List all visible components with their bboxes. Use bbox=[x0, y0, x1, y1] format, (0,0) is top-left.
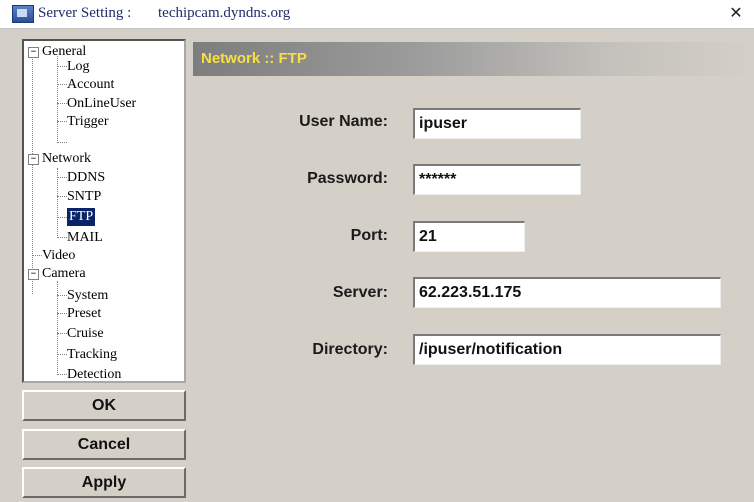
cancel-button[interactable]: Cancel bbox=[22, 429, 186, 460]
tree-connector bbox=[57, 177, 67, 178]
tree-connector bbox=[57, 313, 67, 314]
username-input[interactable] bbox=[413, 108, 581, 139]
tree-connector bbox=[57, 56, 58, 143]
tree-item-preset[interactable]: Preset bbox=[67, 305, 101, 323]
tree-connector bbox=[57, 217, 67, 218]
directory-label: Directory: bbox=[312, 341, 388, 358]
tree-connector bbox=[57, 142, 67, 143]
app-window-icon bbox=[12, 5, 34, 23]
tree-connector bbox=[57, 84, 67, 85]
tree-connector bbox=[32, 54, 33, 294]
tree-connector bbox=[57, 374, 67, 375]
tree-item-mail[interactable]: MAIL bbox=[67, 229, 103, 247]
tree-item-ddns[interactable]: DDNS bbox=[67, 169, 105, 187]
tree-connector bbox=[57, 354, 67, 355]
tree-item-sntp[interactable]: SNTP bbox=[67, 188, 101, 206]
title-bar[interactable]: Server Setting : techipcam.dyndns.org ✕ bbox=[0, 0, 754, 29]
directory-input[interactable] bbox=[413, 334, 721, 365]
tree-connector bbox=[57, 168, 58, 238]
collapse-icon[interactable]: − bbox=[28, 47, 39, 58]
tree-item-onlineuser[interactable]: OnLineUser bbox=[67, 95, 136, 113]
tree-item-trigger[interactable]: Trigger bbox=[67, 113, 109, 131]
tree-connector bbox=[57, 295, 67, 296]
tree-connector bbox=[57, 66, 67, 67]
settings-tree[interactable]: − General Log Account OnLineUser Trigger… bbox=[22, 39, 186, 383]
tree-item-detection[interactable]: Detection bbox=[67, 366, 121, 381]
password-input[interactable] bbox=[413, 164, 581, 195]
server-input[interactable] bbox=[413, 277, 721, 308]
tree-item-cruise[interactable]: Cruise bbox=[67, 325, 104, 343]
tree-item-ftp[interactable]: FTP bbox=[67, 208, 96, 226]
tree-item-tracking[interactable]: Tracking bbox=[67, 346, 117, 364]
section-header: Network :: FTP bbox=[193, 42, 754, 76]
port-label: Port: bbox=[350, 227, 388, 244]
tree-group-camera[interactable]: Camera bbox=[42, 265, 86, 283]
username-label: User Name: bbox=[299, 113, 388, 130]
port-input[interactable] bbox=[413, 221, 525, 252]
tree-connector bbox=[32, 255, 42, 256]
tree-item-system[interactable]: System bbox=[67, 287, 108, 305]
close-icon[interactable]: ✕ bbox=[726, 3, 746, 23]
server-setting-window: Server Setting : techipcam.dyndns.org ✕ … bbox=[0, 0, 754, 502]
tree-connector bbox=[57, 196, 67, 197]
tree-item-log[interactable]: Log bbox=[67, 58, 90, 76]
tree-connector bbox=[57, 333, 67, 334]
collapse-icon[interactable]: − bbox=[28, 269, 39, 280]
password-label: Password: bbox=[307, 170, 388, 187]
apply-button[interactable]: Apply bbox=[22, 467, 186, 498]
window-title: Server Setting : bbox=[38, 5, 132, 21]
tree-group-video[interactable]: Video bbox=[42, 247, 75, 265]
tree-group-network[interactable]: Network bbox=[42, 150, 91, 168]
ok-button[interactable]: OK bbox=[22, 390, 186, 421]
server-label: Server: bbox=[332, 284, 388, 301]
tree-connector bbox=[57, 237, 67, 238]
window-host: techipcam.dyndns.org bbox=[158, 5, 291, 21]
tree-item-account[interactable]: Account bbox=[67, 76, 114, 94]
tree-connector bbox=[57, 103, 67, 104]
tree-connector bbox=[57, 121, 67, 122]
collapse-icon[interactable]: − bbox=[28, 154, 39, 165]
